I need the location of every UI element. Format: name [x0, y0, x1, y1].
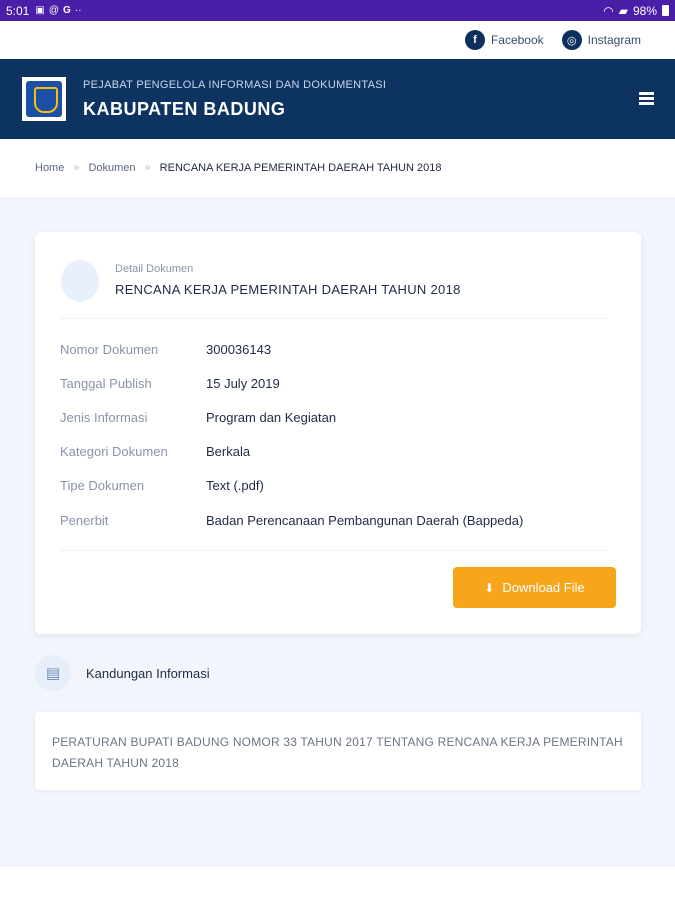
field-label: Tipe Dokumen [60, 478, 145, 494]
social-bar: f Facebook ◎ Instagram [0, 21, 675, 59]
status-bar: 5:01 ▣ @ G ·· ◠ ▰ 98% [0, 0, 675, 21]
header-subtitle: PEJABAT PENGELOLA INFORMASI DAN DOKUMENT… [83, 78, 387, 91]
breadcrumb: Home » Dokumen » RENCANA KERJA PEMERINTA… [0, 139, 675, 197]
kandungan-label: Kandungan Informasi [86, 665, 210, 681]
field-row: Jenis Informasi Program dan Kegiatan [60, 400, 620, 434]
field-value: Badan Perencanaan Pembangunan Daerah (Ba… [206, 512, 524, 528]
hamburger-menu-icon[interactable] [639, 92, 654, 105]
wifi-icon: ◠ [603, 3, 614, 18]
breadcrumb-separator-icon: » [73, 162, 80, 174]
facebook-label: Facebook [490, 33, 544, 47]
detail-label: Detail Dokumen [115, 263, 194, 275]
status-icons: ▣ @ G ·· [35, 5, 81, 16]
breadcrumb-home[interactable]: Home [35, 162, 64, 174]
header-text: PEJABAT PENGELOLA INFORMASI DAN DOKUMENT… [83, 79, 386, 120]
field-row: Nomor Dokumen 300036143 [60, 332, 620, 366]
more-dots-icon: ·· [74, 5, 82, 16]
field-value: 15 July 2019 [206, 375, 280, 391]
instagram-label: Instagram [587, 33, 641, 47]
download-label: Download File [502, 580, 585, 595]
document-text-icon: ▤ [35, 655, 71, 691]
field-value: 300036143 [206, 341, 272, 357]
facebook-link[interactable]: f Facebook [464, 30, 544, 50]
document-title: RENCANA KERJA PEMERINTAH DAERAH TAHUN 20… [115, 282, 461, 297]
field-label: Tanggal Publish [60, 375, 152, 391]
header-title: KABUPATEN BADUNG [83, 98, 286, 119]
google-icon: G [62, 5, 71, 16]
breadcrumb-current: RENCANA KERJA PEMERINTAH DAERAH TAHUN 20… [159, 162, 442, 174]
gallery-icon: ▣ [35, 5, 45, 16]
field-row: Penerbit Badan Perencanaan Pembangunan D… [60, 503, 620, 537]
field-label: Nomor Dokumen [60, 341, 159, 357]
instagram-icon: ◎ [561, 30, 582, 50]
breadcrumb-dokumen[interactable]: Dokumen [88, 162, 135, 174]
instagram-link[interactable]: ◎ Instagram [561, 30, 641, 50]
battery-level: 98% [632, 3, 657, 18]
signal-icon: ▰ [618, 3, 628, 18]
field-label: Penerbit [60, 512, 109, 528]
field-value: Text (.pdf) [206, 478, 264, 494]
divider [61, 318, 607, 319]
facebook-icon: f [464, 30, 485, 50]
document-icon [61, 260, 99, 302]
download-file-button[interactable]: ⬇ Download File [453, 567, 616, 608]
detail-fields: Nomor Dokumen 300036143 Tanggal Publish … [60, 332, 620, 537]
email-icon: @ [48, 5, 59, 16]
field-row: Tanggal Publish 15 July 2019 [60, 366, 620, 400]
status-time: 5:01 [6, 3, 30, 18]
kandungan-content: PERATURAN BUPATI BADUNG NOMOR 33 TAHUN 2… [35, 712, 641, 790]
field-label: Kategori Dokumen [60, 444, 168, 460]
download-icon: ⬇ [484, 580, 495, 595]
breadcrumb-separator-icon: » [144, 162, 151, 174]
kandungan-header: ▤ Kandungan Informasi [35, 655, 210, 691]
logo-emblem-icon [26, 81, 62, 117]
field-value: Berkala [206, 444, 251, 460]
battery-icon [662, 5, 669, 16]
site-header: PEJABAT PENGELOLA INFORMASI DAN DOKUMENT… [0, 59, 675, 139]
field-value: Program dan Kegiatan [206, 409, 337, 425]
field-row: Kategori Dokumen Berkala [60, 435, 620, 469]
divider [61, 550, 607, 551]
field-row: Tipe Dokumen Text (.pdf) [60, 469, 620, 503]
badung-logo[interactable] [22, 77, 66, 121]
field-label: Jenis Informasi [60, 409, 148, 425]
document-detail-card: Detail Dokumen RENCANA KERJA PEMERINTAH … [35, 232, 641, 634]
